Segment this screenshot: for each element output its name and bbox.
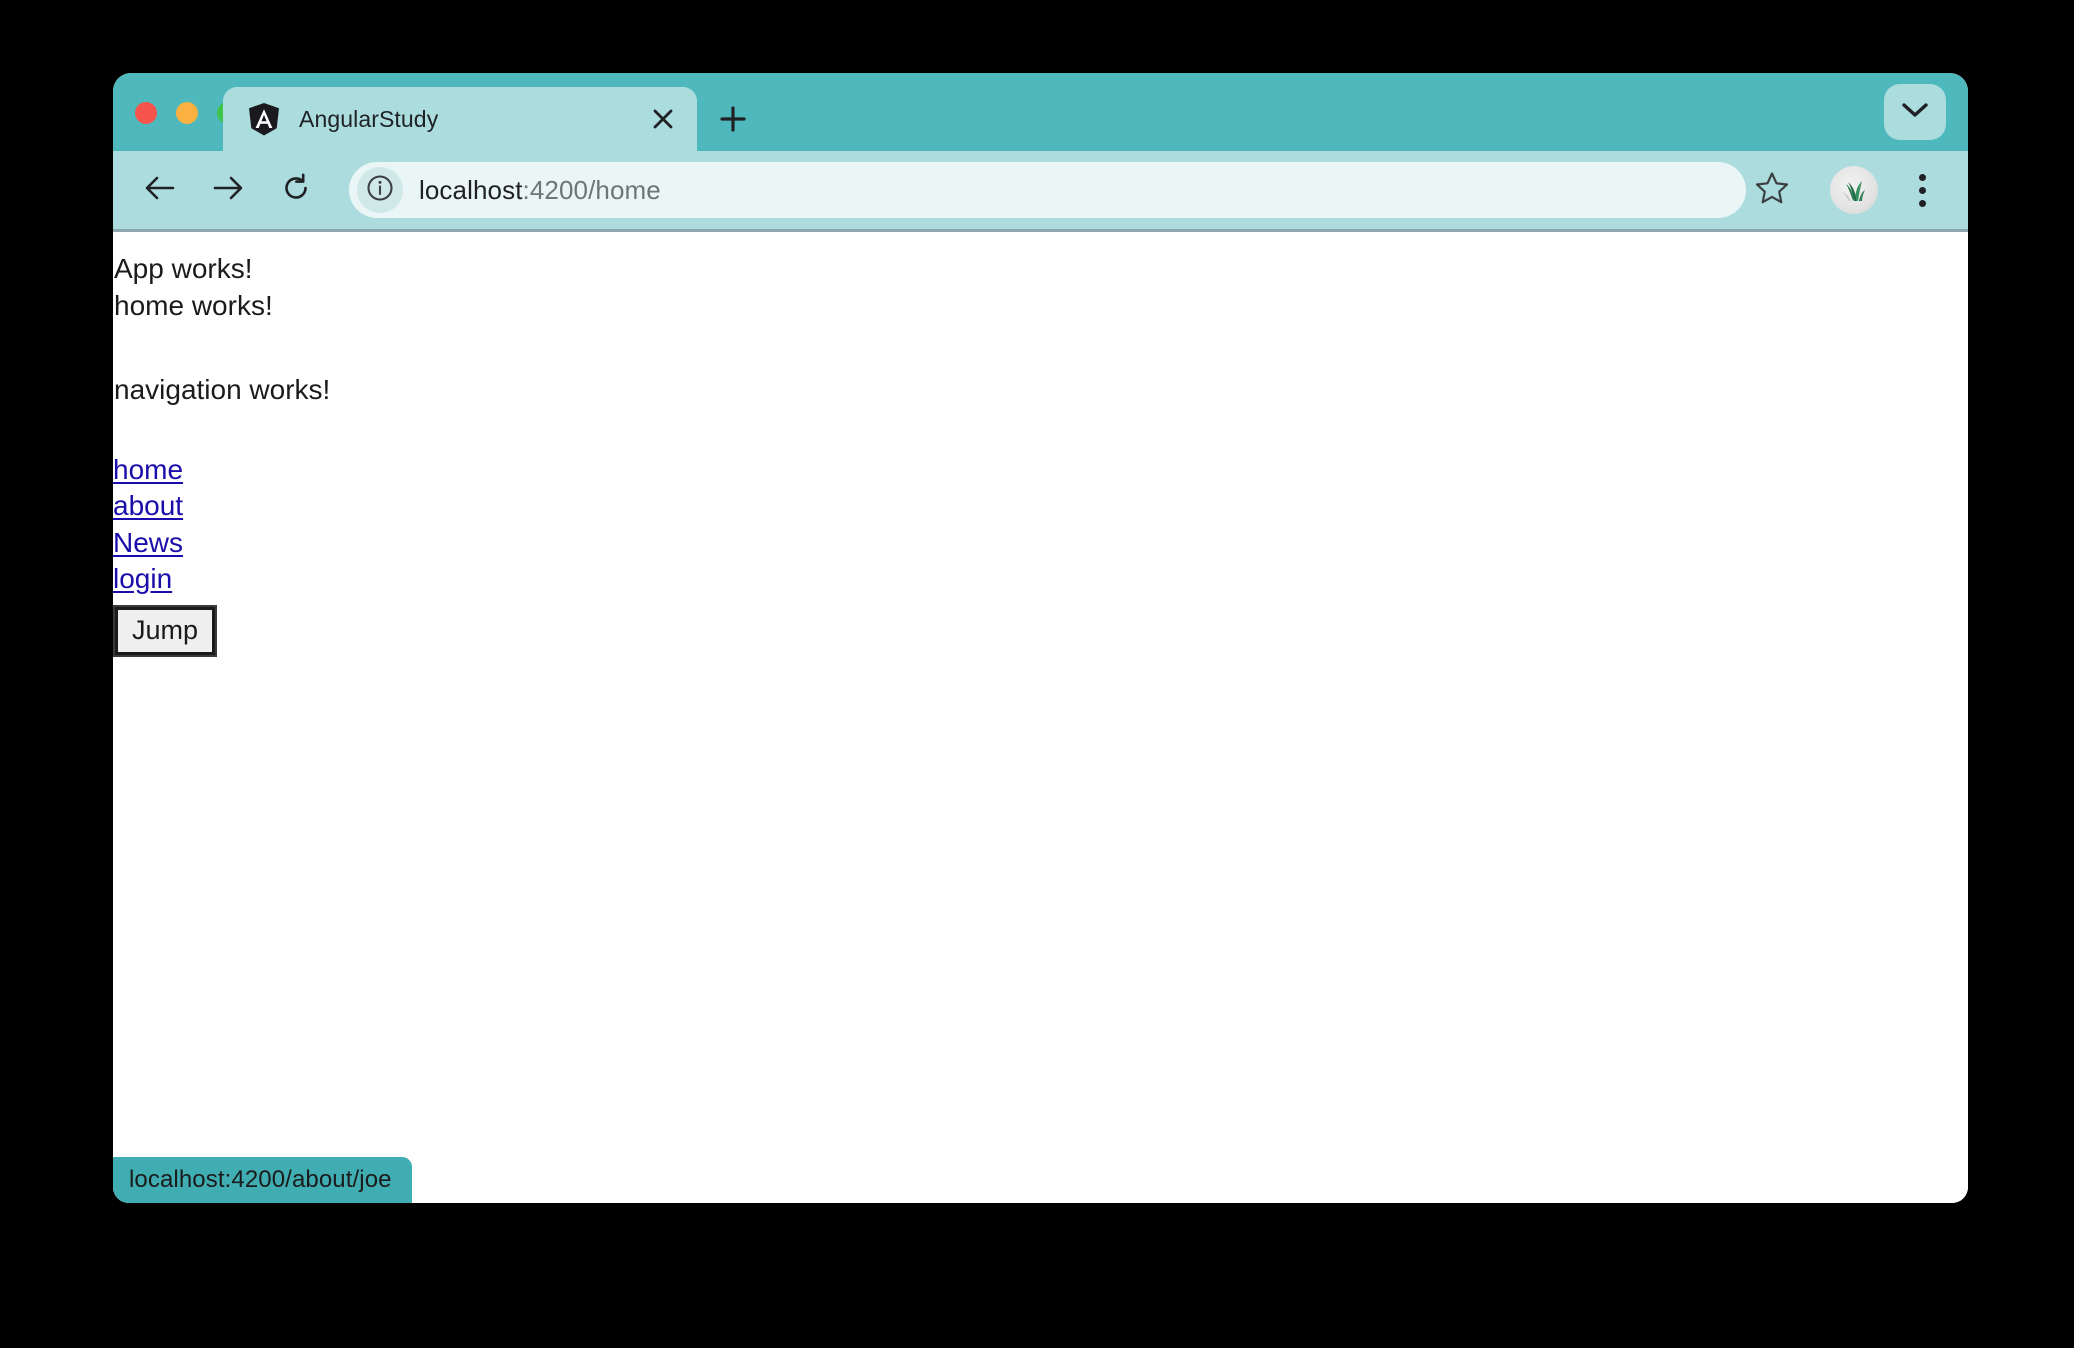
app-works-text: App works! (113, 251, 1968, 287)
star-icon (1755, 171, 1789, 210)
browser-toolbar: localhost:4200/home (113, 151, 1968, 232)
url-path: :4200/home (523, 175, 661, 205)
close-icon[interactable] (641, 97, 685, 141)
plus-icon (720, 106, 746, 137)
browser-tab-angularstudy[interactable]: AngularStudy (223, 87, 697, 151)
tab-list-expand-button[interactable] (1884, 84, 1946, 140)
window-close-button[interactable] (135, 102, 157, 124)
forward-button[interactable] (201, 163, 255, 217)
tab-title: AngularStudy (299, 106, 641, 133)
nav-link-about[interactable]: about (113, 488, 183, 524)
reload-icon (281, 173, 311, 208)
reload-button[interactable] (269, 163, 323, 217)
page-viewport: App works! home works! navigation works!… (113, 232, 1968, 1203)
back-button[interactable] (133, 163, 187, 217)
url-host: localhost (419, 175, 523, 205)
address-bar[interactable]: localhost:4200/home (349, 162, 1746, 218)
arrow-right-icon (212, 173, 244, 208)
browser-window: AngularStudy (113, 73, 1968, 1203)
angular-logo-icon (249, 103, 279, 136)
three-dots-vertical-icon (1919, 174, 1926, 181)
site-info-button[interactable] (357, 167, 403, 213)
chevron-down-icon (1902, 102, 1928, 123)
status-bar-link-preview: localhost:4200/about/joe (113, 1157, 412, 1203)
navigation-links: home about News login Jump (113, 452, 1968, 656)
profile-avatar-plant-icon (1837, 171, 1871, 210)
nav-link-news[interactable]: News (113, 525, 183, 561)
home-works-text: home works! (113, 288, 1968, 324)
window-minimize-button[interactable] (176, 102, 198, 124)
bookmark-button[interactable] (1746, 164, 1798, 216)
info-circle-icon (366, 174, 394, 207)
nav-link-home[interactable]: home (113, 452, 183, 488)
browser-menu-button[interactable] (1898, 162, 1946, 218)
new-tab-button[interactable] (713, 101, 753, 141)
page-content: App works! home works! navigation works!… (113, 232, 1968, 657)
jump-button[interactable]: Jump (113, 605, 217, 657)
menu-dot (1919, 200, 1926, 207)
profile-avatar[interactable] (1830, 166, 1878, 214)
arrow-left-icon (144, 173, 176, 208)
menu-dot (1919, 187, 1926, 194)
address-bar-url[interactable]: localhost:4200/home (419, 175, 1736, 206)
tab-strip: AngularStudy (113, 73, 1968, 151)
navigation-works-text: navigation works! (113, 372, 1968, 408)
nav-link-login[interactable]: login (113, 561, 172, 597)
